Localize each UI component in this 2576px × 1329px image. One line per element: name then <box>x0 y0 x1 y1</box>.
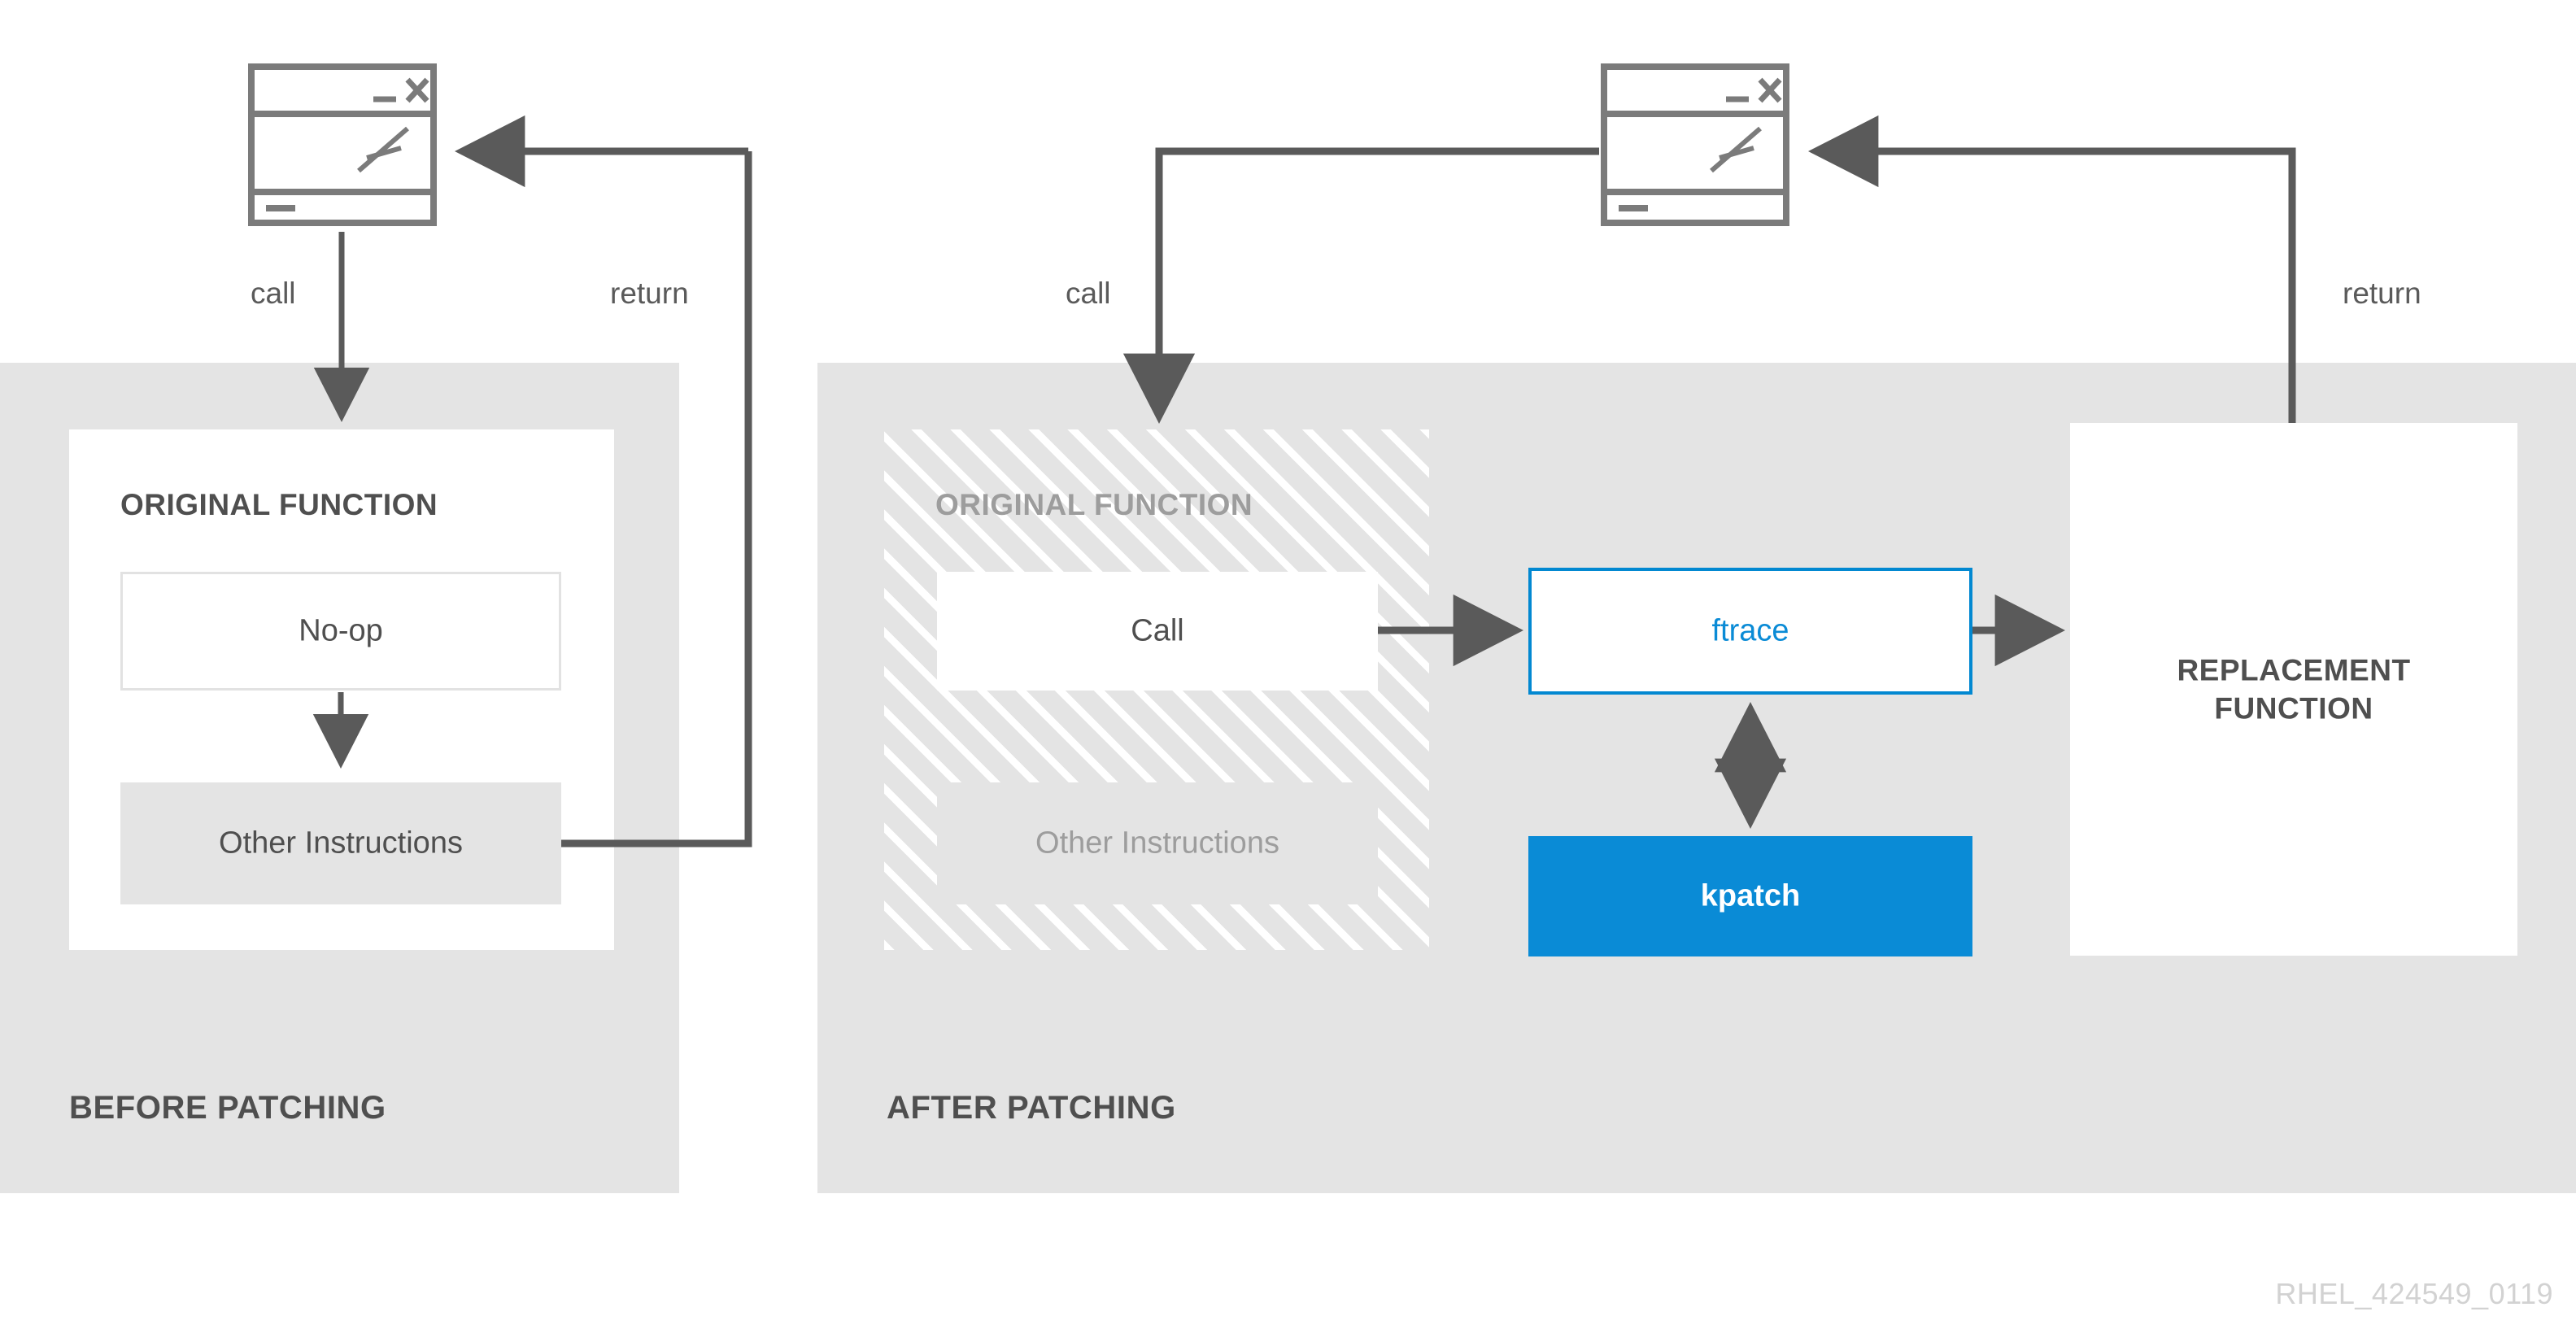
kpatch-label: kpatch <box>1700 878 1801 913</box>
no-op-box: No-op <box>120 572 561 691</box>
replacement-function-box: REPLACEMENT FUNCTION <box>2070 423 2517 956</box>
kpatch-box: kpatch <box>1528 836 1972 956</box>
call-label: Call <box>1131 613 1184 648</box>
call-edge-label-after: call <box>1066 277 1111 310</box>
original-function-title-after: ORIGINAL FUNCTION <box>935 488 1253 521</box>
ftrace-label: ftrace <box>1711 613 1789 648</box>
call-box: Call <box>937 572 1378 691</box>
other-instructions-box-before: Other Instructions <box>120 782 561 904</box>
no-op-label: No-op <box>299 613 383 648</box>
return-edge-label-before: return <box>610 277 689 310</box>
other-instructions-box-after: Other Instructions <box>937 782 1378 904</box>
after-patching-caption: AFTER PATCHING <box>887 1090 1176 1126</box>
application-window-icon-after <box>1601 63 1789 226</box>
application-window-icon-before <box>248 63 437 226</box>
replacement-function-line-1: REPLACEMENT <box>2177 653 2411 687</box>
other-instructions-label-before: Other Instructions <box>219 826 463 861</box>
call-edge-label-before: call <box>251 277 296 310</box>
kpatch-live-patching-diagram: ORIGINAL FUNCTION No-op Other Instructio… <box>0 0 2576 1329</box>
before-patching-caption: BEFORE PATCHING <box>69 1090 386 1126</box>
other-instructions-label-after: Other Instructions <box>1035 826 1279 861</box>
original-function-title-before: ORIGINAL FUNCTION <box>120 488 438 521</box>
figure-id-watermark: RHEL_424549_0119 <box>2275 1277 2553 1310</box>
replacement-function-line-2: FUNCTION <box>2214 691 2373 726</box>
return-edge-label-after: return <box>2343 277 2421 310</box>
ftrace-box: ftrace <box>1528 568 1972 695</box>
replacement-function-label: REPLACEMENT FUNCTION <box>2070 651 2517 728</box>
